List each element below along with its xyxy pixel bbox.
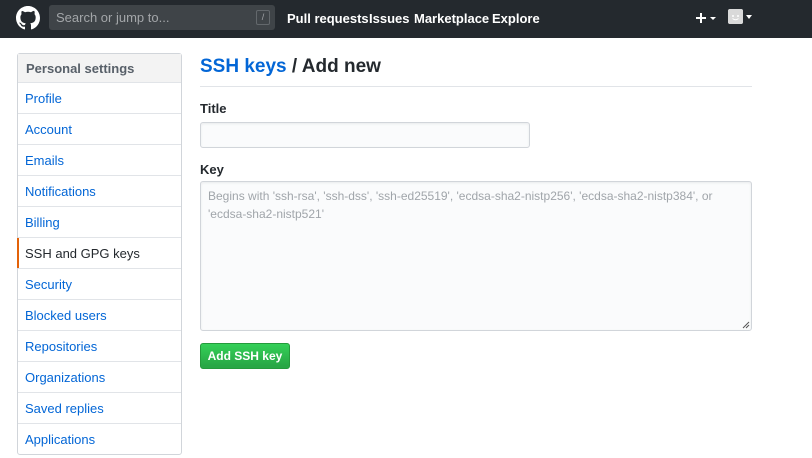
- title-label: Title: [200, 101, 227, 116]
- sidebar-item-notifications[interactable]: Notifications: [18, 176, 181, 207]
- breadcrumb-separator: /: [286, 56, 302, 77]
- user-menu[interactable]: [728, 9, 754, 27]
- search-shortcut-badge: /: [256, 10, 270, 25]
- avatar-icon: [728, 9, 743, 24]
- nav-pull-requests[interactable]: Pull requests: [287, 11, 369, 26]
- settings-sidebar: Personal settings Profile Account Emails…: [17, 53, 182, 455]
- search-placeholder: Search or jump to...: [56, 10, 170, 25]
- top-header: Search or jump to... / Pull requests Iss…: [0, 0, 812, 38]
- breadcrumb-current: Add new: [301, 56, 381, 77]
- sidebar-item-account[interactable]: Account: [18, 114, 181, 145]
- title-input[interactable]: [200, 122, 530, 148]
- add-ssh-key-button[interactable]: Add SSH key: [200, 343, 290, 369]
- sidebar-item-ssh-gpg-keys[interactable]: SSH and GPG keys: [17, 238, 181, 269]
- sidebar-item-organizations[interactable]: Organizations: [18, 362, 181, 393]
- resize-grip-icon[interactable]: [742, 321, 750, 329]
- sidebar-heading: Personal settings: [18, 54, 181, 83]
- github-logo-icon[interactable]: [16, 6, 40, 30]
- sidebar-item-profile[interactable]: Profile: [18, 83, 181, 114]
- nav-issues[interactable]: Issues: [369, 11, 409, 26]
- sidebar-item-applications[interactable]: Applications: [18, 424, 181, 454]
- sidebar-item-billing[interactable]: Billing: [18, 207, 181, 238]
- nav-marketplace[interactable]: Marketplace: [414, 11, 489, 26]
- sidebar-item-security[interactable]: Security: [18, 269, 181, 300]
- breadcrumb-ssh-keys-link[interactable]: SSH keys: [200, 56, 287, 77]
- chevron-down-icon: [746, 15, 752, 19]
- search-box[interactable]: Search or jump to... /: [49, 5, 275, 30]
- key-textarea[interactable]: [200, 181, 752, 331]
- key-label: Key: [200, 162, 224, 177]
- sidebar-item-emails[interactable]: Emails: [18, 145, 181, 176]
- sidebar-item-repositories[interactable]: Repositories: [18, 331, 181, 362]
- nav-explore[interactable]: Explore: [492, 11, 540, 26]
- sidebar-item-blocked-users[interactable]: Blocked users: [18, 300, 181, 331]
- title-divider: [200, 86, 752, 87]
- sidebar-item-saved-replies[interactable]: Saved replies: [18, 393, 181, 424]
- plus-icon[interactable]: [695, 7, 717, 29]
- page-title: SSH keys / Add new: [200, 56, 381, 78]
